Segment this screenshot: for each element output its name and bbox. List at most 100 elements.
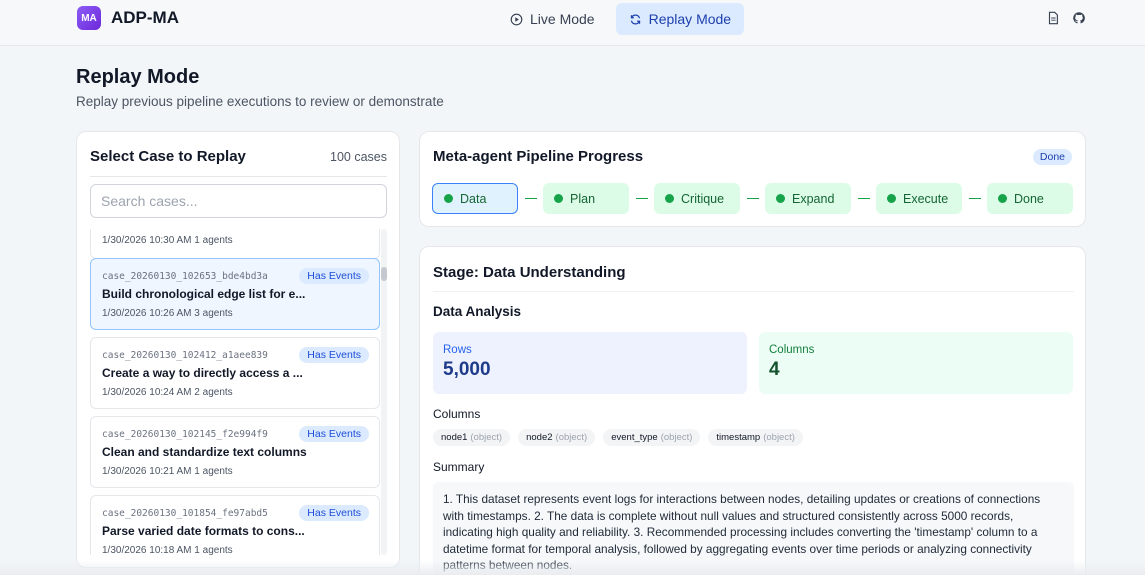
bottom-edge [0, 560, 1145, 575]
brand[interactable]: MA ADP-MA [77, 6, 179, 30]
list-item[interactable]: 1/30/2026 10:30 AM 1 agents [90, 229, 380, 259]
stage-plan[interactable]: Plan [543, 183, 629, 214]
status-badge: Has Events [299, 268, 369, 284]
list-item[interactable]: case_20260130_101854_fe97abd5 Has Events… [90, 495, 380, 555]
stage-label: Plan [570, 191, 596, 206]
case-meta: 1/30/2026 10:18 AM 1 agents [102, 545, 233, 555]
case-count: 100 cases [330, 149, 387, 164]
column-type: (object) [763, 432, 795, 443]
summary-heading: Summary [433, 460, 485, 474]
status-dot [887, 194, 896, 203]
page-subtitle: Replay previous pipeline executions to r… [76, 94, 444, 109]
case-panel-header: Select Case to Replay 100 cases [90, 148, 387, 165]
status-badge: Has Events [299, 426, 369, 442]
header-actions [1046, 11, 1086, 25]
case-selector-panel: Select Case to Replay 100 cases 1/30/202… [76, 131, 400, 568]
stage-label: Critique [681, 191, 725, 206]
column-type: (object) [470, 432, 503, 443]
stage-detail-panel: Stage: Data Understanding Data Analysis … [419, 246, 1086, 575]
pipeline-stages: Data Plan Critique Expand Execute Done [432, 183, 1073, 214]
case-meta: 1/30/2026 10:24 AM 2 agents [102, 387, 233, 398]
rows-label: Rows [443, 344, 472, 356]
stage-connector [525, 198, 537, 199]
rows-stat: Rows 5,000 [433, 332, 747, 394]
tab-replay-mode-label: Replay Mode [648, 11, 732, 27]
case-meta: 1/30/2026 10:30 AM 1 agents [102, 235, 233, 246]
status-badge: Has Events [299, 347, 369, 363]
stage-label: Data [460, 191, 487, 206]
play-circle-icon [510, 13, 523, 25]
stage-connector [636, 198, 648, 199]
stage-connector [858, 198, 870, 199]
column-name: timestamp [716, 432, 761, 443]
column-type: (object) [555, 432, 588, 443]
tab-replay-mode[interactable]: Replay Mode [615, 3, 745, 35]
list-item[interactable]: case_20260130_102653_bde4bd3a Has Events… [90, 258, 380, 330]
tab-live-mode-label: Live Mode [530, 11, 595, 27]
stage-done[interactable]: Done [987, 183, 1073, 214]
column-chip: timestamp (object) [708, 429, 803, 446]
stage-label: Execute [903, 191, 949, 206]
tab-live-mode[interactable]: Live Mode [497, 3, 608, 35]
stage-label: Done [1014, 191, 1044, 206]
case-panel-title: Select Case to Replay [90, 148, 246, 165]
divider [433, 291, 1074, 292]
column-chips: node1 (object) node2 (object) event_type (o… [433, 429, 803, 446]
status-dot [998, 194, 1007, 203]
mode-tabs: Live Mode Replay Mode [497, 3, 745, 35]
app-name: ADP-MA [111, 8, 179, 27]
pipeline-status-badge: Done [1032, 149, 1072, 165]
status-dot [776, 194, 785, 203]
column-chip: node1 (object) [433, 429, 511, 446]
case-list-scrollbar[interactable] [381, 229, 387, 555]
case-title: Build chronological edge list for e... [102, 287, 306, 301]
columns-label: Columns [769, 344, 815, 356]
search-input[interactable] [90, 184, 387, 218]
case-meta: 1/30/2026 10:26 AM 3 agents [102, 308, 233, 319]
case-id: case_20260130_102145_f2e994f9 [102, 428, 268, 440]
github-icon[interactable] [1072, 11, 1086, 25]
case-title: Parse varied date formats to cons... [102, 524, 305, 538]
column-name: node1 [441, 432, 468, 443]
rows-value: 5,000 [443, 359, 491, 380]
status-dot [554, 194, 563, 203]
column-name: event_type [611, 432, 658, 443]
columns-value: 4 [769, 359, 780, 380]
stage-data[interactable]: Data [432, 183, 518, 214]
pipeline-progress-panel: Meta-agent Pipeline Progress Done Data P… [419, 131, 1086, 227]
refresh-icon [630, 14, 640, 24]
case-meta: 1/30/2026 10:21 AM 1 agents [102, 466, 233, 477]
list-item[interactable]: case_20260130_102145_f2e994f9 Has Events… [90, 416, 380, 488]
stage-label: Expand [792, 191, 835, 206]
stage-critique[interactable]: Critique [654, 183, 740, 214]
case-title: Clean and standardize text columns [102, 445, 307, 459]
case-list[interactable]: 1/30/2026 10:30 AM 1 agents case_2026013… [90, 229, 390, 555]
column-name: node2 [526, 432, 553, 443]
status-dot [665, 194, 674, 203]
section-title: Data Analysis [433, 304, 522, 319]
page-title: Replay Mode [76, 66, 200, 88]
case-title: Create a way to directly access a ... [102, 366, 303, 380]
column-chip: event_type (object) [603, 429, 701, 446]
app-logo: MA [77, 6, 101, 30]
status-badge: Has Events [299, 505, 369, 521]
stage-connector [969, 198, 981, 199]
case-id: case_20260130_102653_bde4bd3a [102, 270, 268, 282]
stage-execute[interactable]: Execute [876, 183, 962, 214]
page-header: Replay Mode Replay previous pipeline exe… [76, 66, 444, 109]
stage-title: Stage: Data Understanding [433, 264, 626, 281]
stage-expand[interactable]: Expand [765, 183, 851, 214]
list-item[interactable]: case_20260130_102412_a1aee839 Has Events… [90, 337, 380, 409]
status-dot [444, 194, 453, 203]
scrollbar-thumb[interactable] [381, 267, 387, 281]
stage-connector [747, 198, 759, 199]
document-icon[interactable] [1046, 11, 1060, 25]
column-chip: node2 (object) [518, 429, 596, 446]
pipeline-title: Meta-agent Pipeline Progress [433, 148, 644, 165]
case-id: case_20260130_102412_a1aee839 [102, 349, 268, 361]
column-type: (object) [660, 432, 693, 443]
case-id: case_20260130_101854_fe97abd5 [102, 507, 268, 519]
columns-stat: Columns 4 [759, 332, 1073, 394]
top-bar: MA ADP-MA Live Mode Replay Mode [0, 0, 1145, 46]
columns-heading: Columns [433, 407, 481, 421]
